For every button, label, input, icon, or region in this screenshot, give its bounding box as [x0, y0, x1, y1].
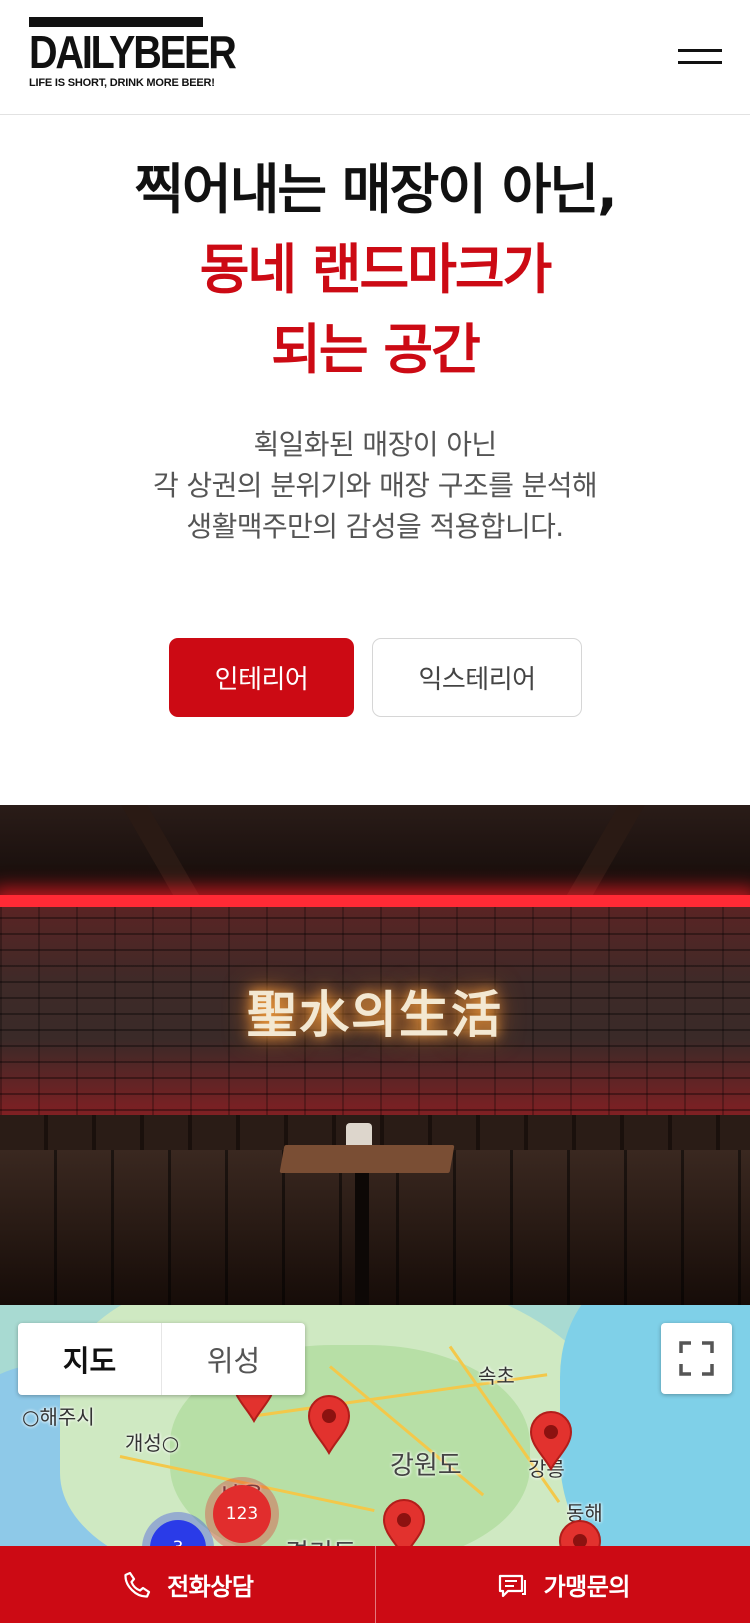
photo-booth-lines	[0, 1150, 750, 1305]
headline-line-1: 찍어내는 매장이 아닌,	[134, 158, 617, 221]
map-pin-icon[interactable]	[528, 1411, 574, 1471]
map-pin-icon[interactable]	[306, 1395, 352, 1455]
map-label-kaesong: 개성○	[125, 1431, 180, 1455]
hero-headline: 찍어내는 매장이 아닌, 동네 랜드마크가 되는 공간	[0, 150, 750, 390]
fullscreen-glyph	[679, 1341, 714, 1376]
photo-neon-strip	[0, 895, 750, 907]
franchise-inquiry-label: 가맹문의	[543, 1573, 631, 1601]
map-label-sokcho: 속초	[478, 1364, 515, 1388]
photo-table-leg	[355, 1173, 369, 1305]
phone-consult-label: 전화상담	[167, 1573, 254, 1601]
photo-ceiling	[0, 805, 750, 905]
photo-neon-sign: 聖水의生活	[247, 985, 503, 1044]
map-type-satellite-button[interactable]: 위성	[162, 1323, 305, 1395]
hero-description: 획일화된 매장이 아닌 각 상권의 분위기와 매장 구조를 분석해 생활맥주만의…	[0, 424, 750, 547]
franchise-inquiry-button[interactable]: 가맹문의	[376, 1546, 750, 1623]
exterior-tab-button[interactable]: 익스테리어	[372, 638, 582, 717]
bottom-action-bar: 전화상담 가맹문의	[0, 1546, 750, 1623]
store-map[interactable]: ○해주시 개성○ 강원도 속초 강릉 동해 서울 경기도 123 3 지도 위성	[0, 1305, 750, 1550]
dailybeer-logo[interactable]: DAILYBEER LIFE IS SHORT, DRINK MORE BEER…	[29, 17, 237, 89]
map-label-haeju: ○해주시	[22, 1405, 95, 1429]
description-line-1: 획일화된 매장이 아닌	[253, 428, 497, 461]
site-header: DAILYBEER LIFE IS SHORT, DRINK MORE BEER…	[0, 0, 750, 115]
logo-tagline: LIFE IS SHORT, DRINK MORE BEER!	[29, 77, 215, 89]
interior-tab-button[interactable]: 인테리어	[169, 638, 354, 717]
map-cluster-red[interactable]: 123	[213, 1485, 271, 1543]
map-type-map-button[interactable]: 지도	[18, 1323, 162, 1395]
logo-wordmark: DAILYBEER	[29, 26, 237, 78]
map-type-toggle: 지도 위성	[18, 1323, 305, 1395]
phone-consult-button[interactable]: 전화상담	[0, 1546, 376, 1623]
headline-line-3: 되는 공간	[271, 318, 481, 381]
interior-photo: 聖水의生活	[0, 805, 750, 1305]
photo-table-top	[279, 1145, 455, 1173]
menu-line-bottom	[678, 61, 722, 64]
map-pin-icon[interactable]	[381, 1499, 427, 1550]
headline-line-2: 동네 랜드마크가	[199, 238, 553, 301]
menu-line-top	[678, 49, 722, 52]
chat-icon	[498, 1574, 526, 1597]
menu-icon[interactable]	[672, 44, 722, 70]
fullscreen-icon[interactable]	[661, 1323, 732, 1394]
description-line-3: 생활맥주만의 감성을 적용합니다.	[186, 510, 564, 543]
map-label-gangwon: 강원도	[390, 1451, 462, 1481]
phone-icon	[124, 1571, 151, 1598]
description-line-2: 각 상권의 분위기와 매장 구조를 분석해	[152, 469, 598, 502]
